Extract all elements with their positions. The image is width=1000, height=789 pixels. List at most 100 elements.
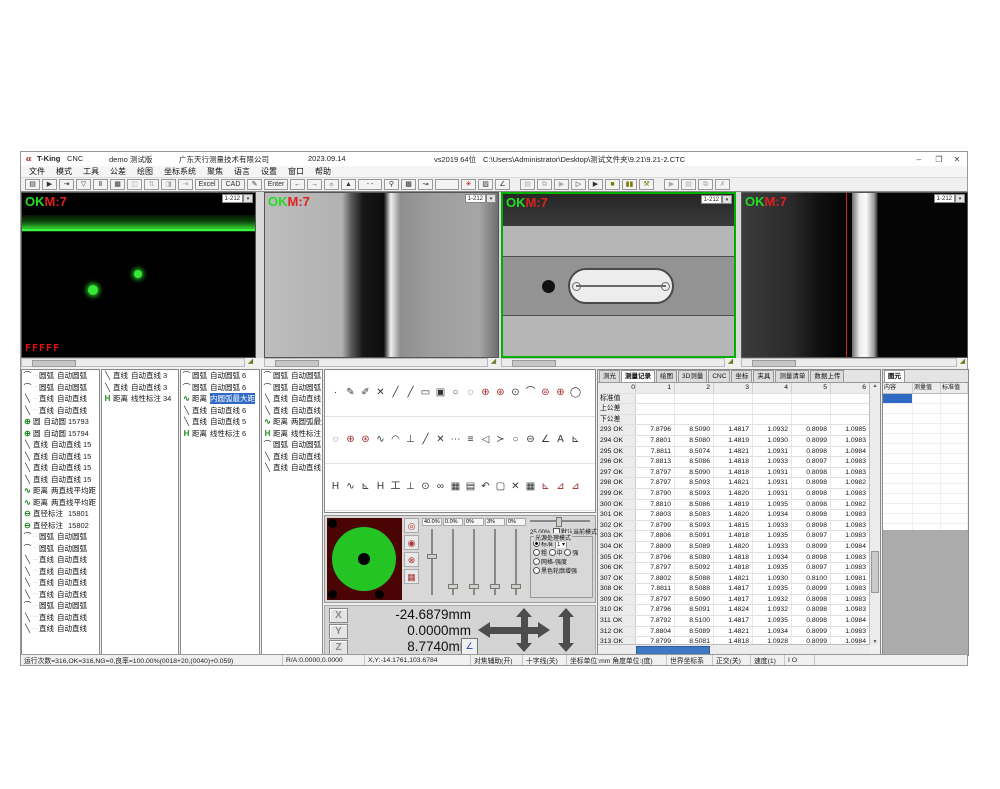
menu-item[interactable]: 文件 bbox=[29, 166, 45, 177]
camera-view-2[interactable]: OKM:7 1-212▾ bbox=[264, 192, 499, 358]
ring-segment-icon[interactable]: ◎ bbox=[404, 518, 419, 533]
camera1-grip-icon[interactable]: ◢ bbox=[245, 357, 256, 367]
fig-row[interactable] bbox=[883, 454, 968, 464]
fig-row[interactable] bbox=[883, 424, 968, 434]
toolbar-button-icon[interactable]: ▲ bbox=[341, 179, 356, 190]
light-slider-thumb[interactable] bbox=[448, 584, 458, 589]
tab-selected[interactable]: 测量记录 bbox=[621, 370, 655, 382]
palette-tool-icon[interactable]: ≻ bbox=[493, 435, 508, 445]
menu-item[interactable]: 坐标系统 bbox=[164, 166, 196, 177]
palette-tool-icon[interactable]: ⊾ bbox=[358, 482, 373, 492]
list-item[interactable]: ╲直线自动直线15 bbox=[22, 451, 99, 463]
palette-tool-icon[interactable]: ⊜ bbox=[538, 388, 553, 398]
palette-tool-icon[interactable]: ╱ bbox=[388, 388, 403, 398]
toolbar-button-icon[interactable]: ▤ bbox=[25, 179, 40, 190]
palette-tool-icon[interactable]: ≡ bbox=[463, 435, 478, 445]
list-item[interactable]: ⊕圆自动圆15793 bbox=[22, 416, 99, 428]
chevron-down-icon[interactable]: ▾ bbox=[722, 195, 732, 204]
tab-figure[interactable]: 图元 bbox=[884, 370, 905, 382]
list-item[interactable]: H距离线性标注34 bbox=[102, 393, 178, 405]
chevron-down-icon[interactable]: ▾ bbox=[955, 194, 965, 203]
list-item[interactable]: ⊖直径标注15802 bbox=[22, 520, 99, 532]
table-row[interactable]: 309 OK7.87978.50901.48171.09320.80981.09… bbox=[598, 595, 870, 606]
table-vscrollbar[interactable]: ▲▼ bbox=[869, 383, 880, 645]
list-item[interactable]: ╲···直线自动直线 bbox=[22, 405, 99, 417]
toolbar-button-icon[interactable]: ▶ bbox=[664, 179, 679, 190]
tab-item[interactable]: 绘图 bbox=[656, 370, 677, 382]
list-item[interactable]: ╲直线自动直线5 bbox=[262, 451, 322, 463]
toolbar-button-icon[interactable]: ∠ bbox=[495, 179, 510, 190]
list-item[interactable]: ╲直线自动直线5 bbox=[181, 416, 259, 428]
palette-tool-icon[interactable]: H bbox=[373, 482, 388, 492]
camera-selector[interactable]: 1-212▾ bbox=[222, 194, 253, 203]
palette-tool-icon[interactable]: ◁ bbox=[478, 435, 493, 445]
palette-tool-icon[interactable]: ⊕ bbox=[553, 388, 568, 398]
close-button[interactable]: ✕ bbox=[949, 154, 965, 165]
radio-row[interactable]: 粗 中 强 bbox=[533, 548, 591, 557]
light-slider-thumb[interactable] bbox=[469, 584, 479, 589]
jog-z-icon[interactable] bbox=[563, 617, 570, 643]
menu-item[interactable]: 帮助 bbox=[315, 166, 331, 177]
menu-item[interactable]: 模式 bbox=[56, 166, 72, 177]
tab-item[interactable]: CNC bbox=[708, 370, 730, 382]
palette-tool-icon[interactable]: ◠ bbox=[388, 435, 403, 445]
toolbar-button-icon[interactable]: Excel bbox=[195, 179, 219, 190]
toolbar-button-icon[interactable]: ⚲ bbox=[384, 179, 399, 190]
fig-row[interactable] bbox=[883, 474, 968, 484]
palette-tool-icon[interactable]: ◌ bbox=[328, 435, 343, 445]
palette-tool-icon[interactable]: ✕ bbox=[508, 482, 523, 492]
list-item[interactable]: ⌒···圆弧自动圆弧 bbox=[22, 382, 99, 394]
fig-row[interactable] bbox=[883, 484, 968, 494]
palette-tool-icon[interactable]: ○ bbox=[508, 435, 523, 445]
radio-row[interactable]: 网格-强度 bbox=[533, 557, 591, 566]
palette-tool-icon[interactable]: ⊾ bbox=[538, 482, 553, 492]
menu-item[interactable]: 工具 bbox=[83, 166, 99, 177]
light-slider[interactable]: 0.0% bbox=[443, 518, 463, 602]
palette-tool-icon[interactable]: ⊖ bbox=[523, 435, 538, 445]
palette-tool-icon[interactable]: ⌒ bbox=[523, 388, 538, 398]
toolbar-button-icon[interactable]: ✗ bbox=[715, 179, 730, 190]
list-item[interactable]: ╲直线自动直线3 bbox=[102, 382, 178, 394]
toolbar-button-icon[interactable]: ◨ bbox=[161, 179, 176, 190]
list-item[interactable]: ∿距离两直线平均距 bbox=[22, 485, 99, 497]
palette-tool-icon[interactable]: ⋯ bbox=[448, 435, 463, 445]
palette-tool-icon[interactable]: 工 bbox=[388, 482, 403, 492]
camera3-grip-icon[interactable]: ◢ bbox=[725, 357, 736, 367]
tab-item[interactable]: 3D测量 bbox=[678, 370, 707, 382]
ring-segment-icon[interactable]: ▦ bbox=[404, 569, 419, 584]
table-row[interactable]: 293 OK7.87968.50901.48171.09320.80981.09… bbox=[598, 425, 870, 436]
table-row[interactable]: 299 OK7.87908.50931.48201.09310.80981.09… bbox=[598, 489, 870, 500]
palette-tool-icon[interactable]: ◌ bbox=[463, 388, 478, 398]
table-row[interactable]: 294 OK7.88018.50801.48191.09300.80991.09… bbox=[598, 436, 870, 447]
toolbar-button-icon[interactable]: - - bbox=[358, 179, 382, 190]
toolbar-button-icon[interactable]: ▨ bbox=[478, 179, 493, 190]
toolbar-button-icon[interactable]: ▽ bbox=[76, 179, 91, 190]
table-row[interactable]: 296 OK7.88138.50861.48181.09330.80971.09… bbox=[598, 457, 870, 468]
minimize-button[interactable]: – bbox=[911, 154, 927, 165]
list-item[interactable]: ∿距离两直线平均距 bbox=[22, 497, 99, 509]
palette-tool-icon[interactable]: ⊛ bbox=[493, 388, 508, 398]
table-row[interactable]: 305 OK7.87968.50891.48181.09340.80981.09… bbox=[598, 553, 870, 564]
table-row[interactable]: 295 OK7.88118.50741.48211.09310.80981.09… bbox=[598, 447, 870, 458]
toolbar-button-icon[interactable]: CAD bbox=[221, 179, 245, 190]
fig-row[interactable] bbox=[883, 414, 968, 424]
palette-tool-icon[interactable]: ∿ bbox=[373, 435, 388, 445]
y-axis-zero-button[interactable]: Y bbox=[329, 624, 348, 639]
list-item[interactable]: ╲直线自动直线5 bbox=[262, 393, 322, 405]
palette-tool-icon[interactable]: ⊥ bbox=[403, 435, 418, 445]
toolbar-button-icon[interactable]: ⧉ bbox=[698, 179, 713, 190]
toolbar-button-icon[interactable]: ▩ bbox=[401, 179, 416, 190]
list-item[interactable]: ╲直线自动直线5 bbox=[262, 405, 322, 417]
list-item[interactable]: ⌒圆弧自动圆弧5 bbox=[262, 439, 322, 451]
tab-item[interactable]: 坐标 bbox=[731, 370, 752, 382]
list-item[interactable]: ⌒圆弧自动圆弧5 bbox=[262, 370, 322, 382]
radio-icon[interactable] bbox=[533, 558, 540, 565]
palette-tool-icon[interactable]: ✎ bbox=[343, 388, 358, 398]
light-slider-thumb[interactable] bbox=[427, 554, 437, 559]
camera-view-3-selected[interactable]: OKM:7 1-212▾ bbox=[501, 192, 736, 358]
table-row[interactable]: 302 OK7.87998.50931.48151.09330.80981.09… bbox=[598, 521, 870, 532]
palette-tool-icon[interactable]: ↶ bbox=[478, 482, 493, 492]
palette-tool-icon[interactable]: ⊕ bbox=[478, 388, 493, 398]
jog-diagonal-button[interactable]: ∠ bbox=[461, 638, 478, 655]
fig-row[interactable] bbox=[883, 394, 968, 404]
